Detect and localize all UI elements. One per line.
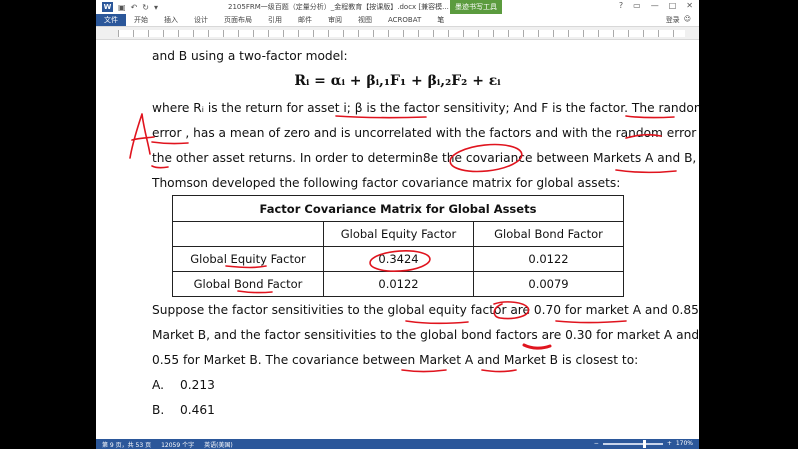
zoom-thumb[interactable] [642, 439, 646, 448]
table-header-row: Global Equity Factor Global Bond Factor [172, 221, 624, 247]
covariance-table: Factor Covariance Matrix for Global Asse… [172, 195, 624, 297]
title-bar: W ▣ ↶ ↻ ▾ 2105FRM一级百题（定量分析）_金程教育【按课版】.do… [96, 0, 699, 14]
minimize-icon[interactable]: — [651, 1, 659, 10]
table-cell: 0.3424 [323, 246, 474, 272]
table-cell: 0.0079 [473, 271, 624, 297]
ribbon-display-icon[interactable]: ▭ [633, 1, 641, 10]
tab-acrobat[interactable]: ACROBAT [380, 14, 429, 26]
redo-icon[interactable]: ↻ [142, 3, 149, 12]
zoom-in-icon[interactable]: + [667, 440, 672, 447]
close-icon[interactable]: ✕ [686, 1, 693, 10]
table-header [172, 221, 324, 247]
ribbon-tabs: 文件 开始 插入 设计 页面布局 引用 邮件 审阅 视图 ACROBAT 笔 登… [96, 14, 699, 26]
paragraph-line: Thomson developed the following factor c… [152, 176, 621, 190]
tab-references[interactable]: 引用 [260, 14, 290, 26]
option-value: 0.213 [180, 378, 215, 392]
paragraph-line: where Rᵢ is the return for asset i; β is… [152, 101, 699, 115]
tab-layout[interactable]: 页面布局 [216, 14, 260, 26]
tab-file[interactable]: 文件 [96, 14, 126, 26]
zoom-control: − + 170% [594, 439, 693, 448]
paragraph-line: and B using a two-factor model: [152, 49, 348, 63]
login-link[interactable]: 登录 ☺ [666, 15, 691, 25]
formula: Rᵢ = αᵢ + βᵢ,₁F₁ + βᵢ,₂F₂ + εᵢ [294, 73, 501, 89]
window-title: 2105FRM一级百题（定量分析）_金程教育【按课版】.docx [兼容模... [228, 3, 449, 11]
paragraph-line: Market B, and the factor sensitivities t… [152, 328, 699, 342]
option-letter: B. [152, 403, 165, 417]
table-header: Global Equity Factor [323, 221, 474, 247]
table-cell: 0.0122 [323, 271, 474, 297]
maximize-icon[interactable]: □ [669, 1, 677, 10]
zoom-slider[interactable] [602, 439, 663, 448]
option-letter: A. [152, 378, 164, 392]
emoji-icon: ☺ [683, 15, 691, 23]
tab-design[interactable]: 设计 [186, 14, 216, 26]
save-icon[interactable]: ▣ [118, 3, 126, 12]
status-bar: 第 9 页，共 53 页 12059 个字 英语(美国) − + 170% [96, 439, 699, 449]
table-row: Global Equity Factor 0.3424 0.0122 [172, 246, 624, 272]
zoom-out-icon[interactable]: − [594, 440, 599, 447]
tab-review[interactable]: 审阅 [320, 14, 350, 26]
language-status[interactable]: 英语(美国) [204, 440, 233, 449]
word-count[interactable]: 12059 个字 [161, 440, 194, 449]
table-row: Global Bond Factor 0.0122 0.0079 [172, 271, 624, 297]
tab-pen[interactable]: 笔 [429, 14, 452, 26]
page-count[interactable]: 第 9 页，共 53 页 [102, 440, 151, 449]
word-icon[interactable]: W [102, 2, 113, 12]
word-window: W ▣ ↶ ↻ ▾ 2105FRM一级百题（定量分析）_金程教育【按课版】.do… [96, 0, 699, 449]
undo-icon[interactable]: ↶ [131, 3, 138, 12]
paragraph-line: 0.55 for Market B. The covariance betwee… [152, 353, 639, 367]
answer-option[interactable]: A. 0.213 [152, 377, 673, 393]
paragraph-line: the other asset returns. In order to det… [152, 151, 697, 165]
document-area[interactable]: and B using a two-factor model: Rᵢ = αᵢ … [96, 42, 699, 439]
table-header: Global Bond Factor [473, 221, 624, 247]
table-title: Factor Covariance Matrix for Global Asse… [172, 195, 624, 222]
tab-insert[interactable]: 插入 [156, 14, 186, 26]
login-label: 登录 [665, 16, 680, 24]
table-cell: 0.0122 [473, 246, 624, 272]
help-icon[interactable]: ? [619, 1, 623, 10]
tab-view[interactable]: 视图 [350, 14, 380, 26]
context-tab-label: 墨迹书写工具 [450, 0, 502, 14]
tab-home[interactable]: 开始 [126, 14, 156, 26]
customize-icon[interactable]: ▾ [154, 3, 158, 12]
table-cell: Global Equity Factor [172, 246, 324, 272]
option-value: 0.461 [180, 403, 215, 417]
answer-option[interactable]: B. 0.461 [152, 402, 673, 418]
paragraph-line: Suppose the factor sensitivities to the … [152, 303, 699, 317]
ruler-marks [118, 30, 685, 37]
horizontal-ruler[interactable] [96, 26, 699, 40]
tab-mailings[interactable]: 邮件 [290, 14, 320, 26]
table-cell: Global Bond Factor [172, 271, 324, 297]
document-page[interactable]: and B using a two-factor model: Rᵢ = αᵢ … [96, 42, 699, 439]
zoom-level[interactable]: 170% [676, 440, 693, 447]
paragraph-line: error , has a mean of zero and is uncorr… [152, 126, 699, 140]
